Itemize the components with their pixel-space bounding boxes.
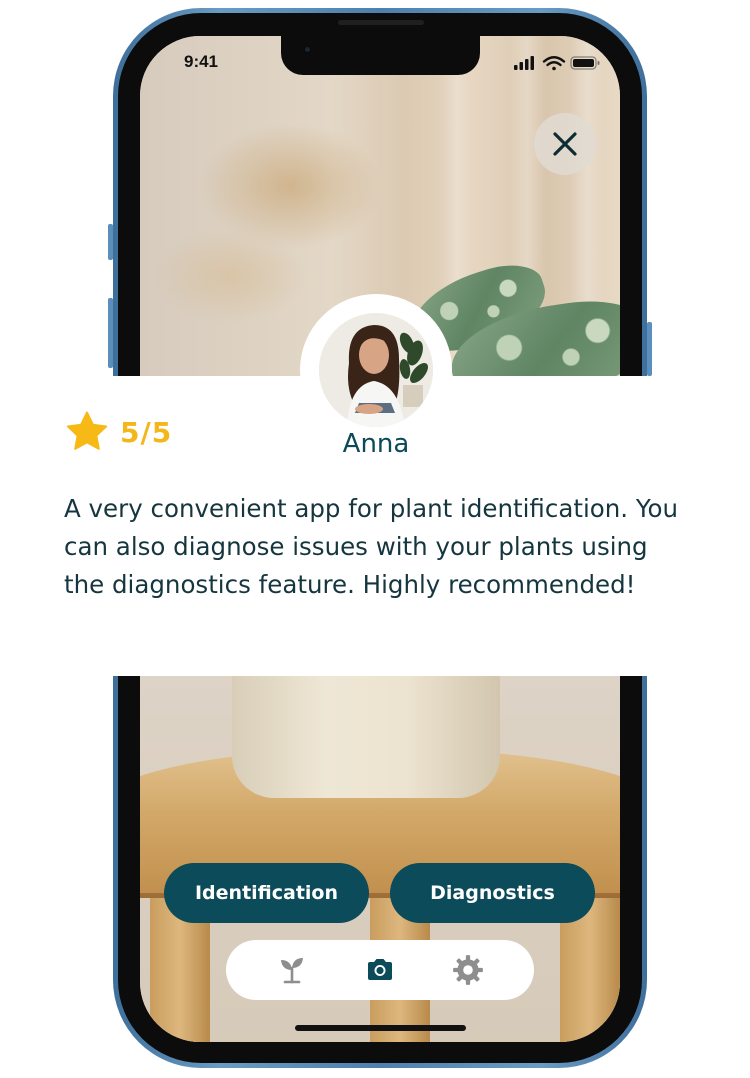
tab-bar <box>226 940 534 1000</box>
diagnostics-button[interactable]: Diagnostics <box>390 863 595 923</box>
close-button[interactable] <box>534 113 596 175</box>
plant-pot <box>232 676 500 798</box>
rating: 5/5 <box>64 408 172 456</box>
camera-icon <box>368 959 392 980</box>
diagnostics-button-label: Diagnostics <box>430 882 555 904</box>
status-time: 9:41 <box>183 52 219 71</box>
status-icons <box>514 54 604 72</box>
camera-notch <box>281 36 480 75</box>
sprout-icon <box>281 958 303 984</box>
avatar <box>319 313 433 427</box>
rating-value: 5/5 <box>120 415 173 449</box>
wifi-icon <box>542 56 566 71</box>
earpiece-speaker <box>338 20 424 25</box>
tab-plants[interactable] <box>268 946 316 994</box>
battery-icon <box>570 56 600 70</box>
close-icon <box>553 132 577 156</box>
home-indicator <box>295 1025 466 1031</box>
volume-up-button <box>108 298 113 368</box>
tab-settings[interactable] <box>444 946 492 994</box>
tab-camera[interactable] <box>356 946 404 994</box>
reviewer-name: Anna <box>342 429 410 459</box>
cellular-signal-icon <box>514 56 534 70</box>
front-camera <box>303 45 312 54</box>
star-icon <box>66 411 108 450</box>
reviewer-photo <box>319 313 433 427</box>
identification-button-label: Identification <box>194 882 339 904</box>
mute-switch <box>108 224 113 260</box>
power-button <box>647 322 652 376</box>
gear-icon <box>453 955 483 985</box>
identification-button[interactable]: Identification <box>164 863 369 923</box>
review-text: A very convenient app for plant identifi… <box>64 494 679 599</box>
